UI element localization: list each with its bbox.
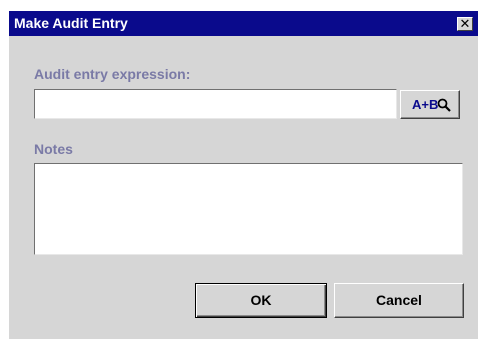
notes-textarea[interactable] (34, 163, 463, 255)
ok-button[interactable]: OK (195, 283, 327, 318)
close-icon: ✕ (459, 16, 471, 31)
window-title: Make Audit Entry (14, 15, 128, 31)
make-audit-entry-dialog: Make Audit Entry ✕ Audit entry expressio… (8, 10, 478, 339)
close-button[interactable]: ✕ (457, 17, 473, 31)
expression-label: Audit entry expression: (34, 66, 191, 82)
expression-builder-label: A+B (412, 97, 439, 112)
notes-label: Notes (34, 141, 73, 157)
magnifier-icon (437, 98, 451, 112)
title-bar[interactable]: Make Audit Entry ✕ (9, 11, 478, 36)
cancel-button[interactable]: Cancel (334, 283, 464, 318)
expression-builder-button[interactable]: A+B (400, 90, 460, 119)
expression-input[interactable] (34, 89, 397, 119)
